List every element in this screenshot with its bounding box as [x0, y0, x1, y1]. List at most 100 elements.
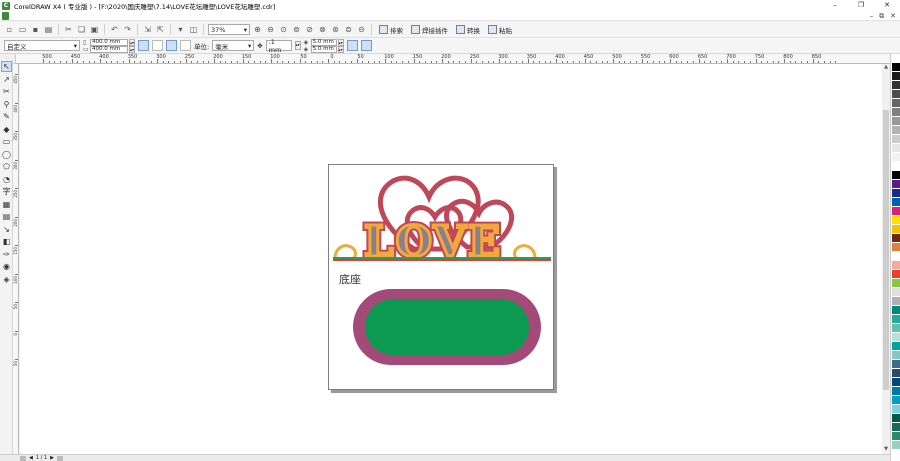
document-icon[interactable]	[2, 12, 9, 20]
print-icon[interactable]: ▤	[43, 24, 54, 35]
zoom-in-icon[interactable]: ⊕	[252, 24, 263, 35]
outline-tool-icon[interactable]: ◉	[1, 261, 12, 272]
color-swatch[interactable]	[892, 144, 900, 153]
scrollbar-thumb[interactable]	[883, 110, 889, 390]
fill-tool-icon[interactable]: ◈	[1, 274, 12, 285]
color-swatch[interactable]	[892, 198, 900, 207]
dup-y-spinner[interactable]: ▴▾	[337, 45, 344, 53]
next-page-button[interactable]	[56, 455, 63, 461]
color-swatch[interactable]	[892, 225, 900, 234]
doc-close-button[interactable]: ✕	[890, 11, 896, 21]
text-tool-icon[interactable]: 字	[1, 186, 12, 197]
color-swatch[interactable]	[892, 414, 900, 423]
redo-icon[interactable]: ↷	[122, 24, 133, 35]
current-page-icon[interactable]	[180, 40, 191, 51]
color-swatch[interactable]	[892, 279, 900, 288]
height-spinner[interactable]: ▴▾	[129, 45, 135, 53]
portrait-icon[interactable]	[138, 40, 149, 51]
color-swatch[interactable]	[892, 270, 900, 279]
zoom-selected-icon[interactable]: ⊙	[278, 24, 289, 35]
color-swatch[interactable]	[892, 315, 900, 324]
horizontal-ruler[interactable]: 500 450 400 350 300 250 200 150 100 50 0 50 100 150 20…	[16, 54, 890, 64]
color-swatch[interactable]	[892, 252, 900, 261]
basic-shapes-tool-icon[interactable]: ◔	[1, 174, 12, 185]
drawing-page[interactable]: LOVE LOVE 底座	[328, 164, 554, 390]
color-swatch[interactable]	[892, 297, 900, 306]
color-swatch[interactable]	[892, 63, 900, 72]
color-swatch[interactable]	[892, 387, 900, 396]
color-swatch[interactable]	[892, 135, 900, 144]
doc-minimize-button[interactable]: –	[870, 11, 874, 21]
eyedropper-tool-icon[interactable]: ✑	[1, 249, 12, 260]
ellipse-tool-icon[interactable]: ◯	[1, 149, 12, 160]
paste-icon[interactable]: ▣	[89, 24, 100, 35]
color-swatch[interactable]	[892, 333, 900, 342]
cut-icon[interactable]: ✂	[63, 24, 74, 35]
save-icon[interactable]: ▪	[30, 24, 41, 35]
width-spinner[interactable]: ▴▾	[129, 38, 135, 46]
zoom-out-icon[interactable]: ⊖	[265, 24, 276, 35]
zoom-level-select[interactable]: 37% ▾	[208, 24, 250, 35]
color-swatch[interactable]	[892, 54, 900, 63]
pick-tool-icon[interactable]: ↖	[1, 61, 12, 72]
zoom-drawing-icon[interactable]: ⊜	[343, 24, 354, 35]
all-pages-icon[interactable]	[166, 40, 177, 51]
export-icon[interactable]: ⇱	[155, 24, 166, 35]
color-swatch[interactable]	[892, 216, 900, 225]
new-icon[interactable]: ▫	[4, 24, 15, 35]
prev-page-icon[interactable]: ◀	[29, 455, 33, 461]
paste-special-button[interactable]: 粘贴	[485, 25, 515, 35]
close-button[interactable]: ✕	[874, 0, 900, 11]
zoom-tool-icon[interactable]: ⚲	[1, 99, 12, 110]
zoom-all-icon[interactable]: ⊚	[291, 24, 302, 35]
color-swatch[interactable]	[892, 189, 900, 198]
vertical-ruler[interactable]: 450 400 350 300 250 200 150 100 50 0 50	[13, 64, 19, 454]
minimize-button[interactable]: –	[822, 0, 848, 11]
color-swatch[interactable]	[892, 288, 900, 297]
treat-as-filled-icon[interactable]	[346, 40, 358, 51]
color-swatch[interactable]	[892, 234, 900, 243]
blend-tool-icon[interactable]: ◧	[1, 236, 12, 247]
color-swatch[interactable]	[892, 378, 900, 387]
smart-fill-tool-icon[interactable]: ◆	[1, 124, 12, 135]
color-swatch[interactable]	[892, 207, 900, 216]
dup-x-spinner[interactable]: ▴▾	[337, 38, 344, 46]
color-swatch[interactable]	[892, 162, 900, 171]
scroll-up-icon[interactable]: ▲	[882, 64, 890, 72]
color-swatch[interactable]	[892, 81, 900, 90]
table-tool-icon[interactable]: ▦	[1, 199, 12, 210]
scroll-down-icon[interactable]: ▼	[882, 446, 890, 454]
color-swatch[interactable]	[892, 90, 900, 99]
color-swatch[interactable]	[892, 432, 900, 441]
copy-icon[interactable]: ❏	[76, 24, 87, 35]
page-preset-select[interactable]: 自定义 ▾	[4, 40, 80, 51]
color-swatch[interactable]	[892, 180, 900, 189]
crop-tool-icon[interactable]: ✂	[1, 86, 12, 97]
pan-icon[interactable]: ⊝	[356, 24, 367, 35]
color-swatch[interactable]	[892, 306, 900, 315]
arrange-button[interactable]: 排索	[376, 25, 406, 35]
drawing-canvas[interactable]: LOVE LOVE 底座	[20, 64, 882, 454]
color-swatch[interactable]	[892, 405, 900, 414]
color-swatch[interactable]	[892, 153, 900, 162]
polygon-tool-icon[interactable]: ⬠	[1, 161, 12, 172]
color-swatch[interactable]	[892, 351, 900, 360]
convert-button[interactable]: 转换	[453, 25, 483, 35]
color-swatch[interactable]	[892, 117, 900, 126]
color-swatch[interactable]	[892, 99, 900, 108]
welcome-icon[interactable]: ◫	[188, 24, 199, 35]
weld-plugin-button[interactable]: 焊接插件	[408, 25, 451, 35]
zoom-page-icon[interactable]: ⊘	[304, 24, 315, 35]
connector-tool-icon[interactable]: ↘	[1, 224, 12, 235]
page-height-field[interactable]: 400.0 mm	[90, 45, 128, 53]
open-icon[interactable]: ▭	[17, 24, 28, 35]
units-select[interactable]: 毫米 ▾	[212, 40, 255, 51]
color-swatch[interactable]	[892, 423, 900, 432]
color-swatch[interactable]	[892, 369, 900, 378]
dup-y-field[interactable]: 5.0 mm	[310, 45, 337, 53]
color-swatch[interactable]	[892, 360, 900, 369]
color-swatch[interactable]	[892, 324, 900, 333]
zoom-width-icon[interactable]: ⊗	[317, 24, 328, 35]
snap-icon[interactable]	[360, 40, 372, 51]
love-planter-artwork[interactable]: LOVE LOVE	[329, 165, 555, 391]
